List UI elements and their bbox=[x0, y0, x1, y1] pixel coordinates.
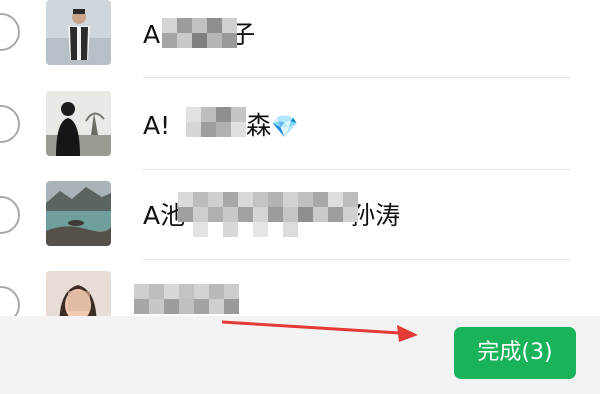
avatar bbox=[46, 0, 111, 65]
avatar bbox=[46, 181, 111, 246]
select-radio[interactable] bbox=[0, 286, 20, 316]
avatar-image bbox=[46, 181, 111, 246]
avatar-image bbox=[46, 91, 111, 156]
select-radio[interactable] bbox=[0, 13, 20, 51]
name-visible-start: A! bbox=[143, 111, 171, 140]
select-radio[interactable] bbox=[0, 105, 20, 143]
bottom-action-bar: 完成(3) bbox=[0, 316, 600, 394]
list-item[interactable]: A! 森💎 bbox=[0, 78, 570, 170]
select-radio[interactable] bbox=[0, 196, 20, 234]
name-visible-end: 森 bbox=[246, 111, 272, 140]
list-item[interactable]: A池 孙涛 bbox=[0, 170, 570, 262]
avatar-image bbox=[46, 271, 111, 316]
done-button[interactable]: 完成(3) bbox=[454, 327, 576, 379]
avatar-image bbox=[46, 0, 111, 65]
avatar bbox=[46, 91, 111, 156]
contact-list: A子 A! 森💎 A池 孙涛 bbox=[0, 0, 570, 316]
list-item[interactable] bbox=[0, 260, 570, 316]
list-item[interactable]: A子 bbox=[0, 0, 570, 78]
name-visible-start: A bbox=[143, 20, 161, 49]
avatar bbox=[46, 271, 111, 316]
diamond-badge: 💎 bbox=[271, 115, 299, 140]
